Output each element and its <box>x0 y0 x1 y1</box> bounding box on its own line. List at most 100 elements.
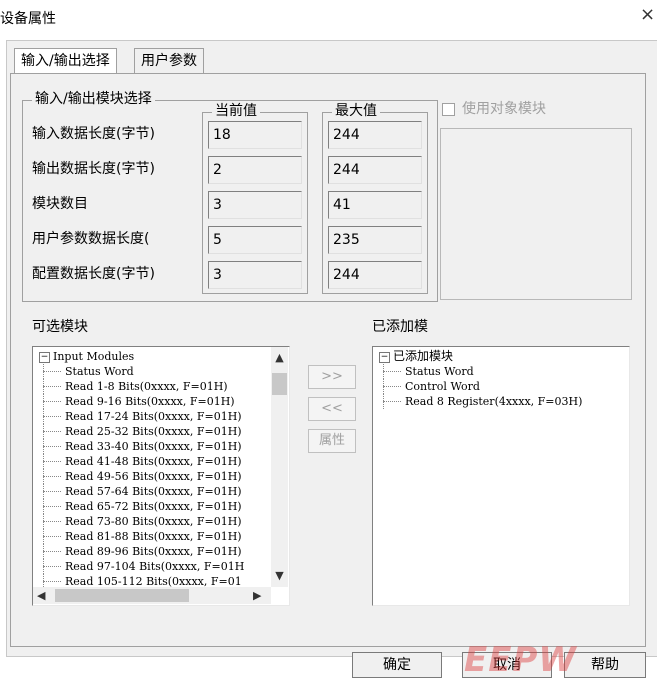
scroll-down-icon[interactable]: ▼ <box>271 569 288 582</box>
object-module-box <box>440 128 632 300</box>
available-module-item[interactable]: Read 9-16 Bits(0xxxx, F=01H) <box>39 394 271 409</box>
added-modules-list[interactable]: − 已添加模块 Status Word Control Word Read 8 Reg… <box>372 346 630 606</box>
tree-root[interactable]: − Input Modules <box>39 349 271 364</box>
available-module-item-label: Read 73-80 Bits(0xxxx, F=01H) <box>65 515 242 528</box>
user-param-length-max: 235 <box>328 226 422 254</box>
added-tree-root-label: 已添加模块 <box>393 349 454 363</box>
tree-connector-h <box>43 566 61 567</box>
scroll-right-icon[interactable]: ▶ <box>253 589 261 602</box>
available-module-item[interactable]: Read 65-72 Bits(0xxxx, F=01H) <box>39 499 271 514</box>
module-count-current: 3 <box>208 191 302 219</box>
current-value-header: 当前值 <box>212 102 260 120</box>
scroll-left-icon[interactable]: ◀ <box>37 589 45 602</box>
added-module-item[interactable]: Control Word <box>379 379 623 394</box>
available-module-item[interactable]: Read 17-24 Bits(0xxxx, F=01H) <box>39 409 271 424</box>
available-module-item-label: Read 57-64 Bits(0xxxx, F=01H) <box>65 485 242 498</box>
added-tree-root[interactable]: − 已添加模块 <box>379 349 623 364</box>
available-module-item-label: Read 41-48 Bits(0xxxx, F=01H) <box>65 455 242 468</box>
available-module-item[interactable]: Read 73-80 Bits(0xxxx, F=01H) <box>39 514 271 529</box>
io-group-legend: 输入/输出模块选择 <box>32 90 155 108</box>
available-module-item[interactable]: Read 25-32 Bits(0xxxx, F=01H) <box>39 424 271 439</box>
available-module-item-label: Read 1-8 Bits(0xxxx, F=01H) <box>65 380 228 393</box>
tree-connector-h <box>43 491 61 492</box>
close-icon[interactable]: × <box>640 4 655 25</box>
tree-connector-h <box>43 386 61 387</box>
added-modules-tree: − 已添加模块 Status Word Control Word Read 8 Reg… <box>379 349 623 409</box>
available-module-item-label: Read 97-104 Bits(0xxxx, F=01H <box>65 560 245 573</box>
output-length-current: 2 <box>208 156 302 184</box>
added-module-item-label: Read 8 Register(4xxxx, F=03H) <box>405 395 583 408</box>
available-modules-label: 可选模块 <box>32 319 88 335</box>
tree-connector-h <box>383 386 401 387</box>
tree-connector-h <box>383 371 401 372</box>
user-param-length-label: 用户参数数据长度( <box>32 231 150 247</box>
collapse-icon[interactable]: − <box>379 351 390 363</box>
scroll-up-icon[interactable]: ▲ <box>271 351 288 364</box>
user-param-length-current: 5 <box>208 226 302 254</box>
tree-connector-h <box>43 476 61 477</box>
added-modules-label: 已添加模 <box>372 319 428 335</box>
available-module-item-label: Read 17-24 Bits(0xxxx, F=01H) <box>65 410 242 423</box>
use-object-module-label: 使用对象模块 <box>462 101 546 117</box>
hscroll-thumb[interactable] <box>55 589 189 602</box>
output-length-label: 输出数据长度(字节) <box>32 161 155 177</box>
available-modules-list[interactable]: − Input Modules Status Word Read 1-8 Bits(… <box>32 346 290 606</box>
available-module-item[interactable]: Read 49-56 Bits(0xxxx, F=01H) <box>39 469 271 484</box>
available-module-item[interactable]: Read 97-104 Bits(0xxxx, F=01H <box>39 559 271 574</box>
available-module-item-label: Status Word <box>65 365 134 378</box>
config-length-max: 244 <box>328 261 422 289</box>
tree-connector-h <box>43 446 61 447</box>
tree-connector-h <box>43 461 61 462</box>
available-module-item-label: Read 9-16 Bits(0xxxx, F=01H) <box>65 395 235 408</box>
added-module-item-label: Status Word <box>405 365 474 378</box>
vscroll-thumb[interactable] <box>272 373 287 395</box>
available-module-item[interactable]: Read 57-64 Bits(0xxxx, F=01H) <box>39 484 271 499</box>
config-length-label: 配置数据长度(字节) <box>32 266 155 282</box>
tree-connector-h <box>383 401 401 402</box>
available-module-item-label: Read 49-56 Bits(0xxxx, F=01H) <box>65 470 242 483</box>
module-count-max: 41 <box>328 191 422 219</box>
input-length-current: 18 <box>208 121 302 149</box>
use-object-module-checkbox[interactable] <box>442 103 455 116</box>
available-module-item-label: Read 65-72 Bits(0xxxx, F=01H) <box>65 500 242 513</box>
available-module-item[interactable]: Status Word <box>39 364 271 379</box>
input-length-max: 244 <box>328 121 422 149</box>
added-module-item-label: Control Word <box>405 380 480 393</box>
added-module-item[interactable]: Read 8 Register(4xxxx, F=03H) <box>379 394 623 409</box>
tree-connector-h <box>43 551 61 552</box>
added-module-item[interactable]: Status Word <box>379 364 623 379</box>
available-module-item-label: Read 81-88 Bits(0xxxx, F=01H) <box>65 530 242 543</box>
available-module-item[interactable]: Read 33-40 Bits(0xxxx, F=01H) <box>39 439 271 454</box>
tree-connector-h <box>43 371 61 372</box>
tree-connector-h <box>43 536 61 537</box>
tree-connector-h <box>43 581 61 582</box>
remove-module-button[interactable]: << <box>308 397 356 421</box>
module-count-label: 模块数目 <box>32 196 88 212</box>
tree-connector-h <box>43 506 61 507</box>
tab-user-params[interactable]: 用户参数 <box>134 48 204 73</box>
tree-connector-h <box>43 416 61 417</box>
available-module-item[interactable]: Read 41-48 Bits(0xxxx, F=01H) <box>39 454 271 469</box>
tree-connector-h <box>43 431 61 432</box>
tree-root-label: Input Modules <box>53 350 135 363</box>
tree-connector-h <box>43 401 61 402</box>
output-length-max: 244 <box>328 156 422 184</box>
available-module-item[interactable]: Read 1-8 Bits(0xxxx, F=01H) <box>39 379 271 394</box>
tree-connector-h <box>43 521 61 522</box>
available-module-item[interactable]: Read 81-88 Bits(0xxxx, F=01H) <box>39 529 271 544</box>
available-vscrollbar[interactable]: ▲ ▼ <box>271 347 288 587</box>
ok-button[interactable]: 确定 <box>352 652 442 678</box>
available-module-item-label: Read 33-40 Bits(0xxxx, F=01H) <box>65 440 242 453</box>
tab-io-select[interactable]: 输入/输出选择 <box>14 48 117 73</box>
available-hscrollbar[interactable]: ◀ ▶ <box>33 587 271 604</box>
collapse-icon[interactable]: − <box>39 351 50 363</box>
max-value-header: 最大值 <box>332 102 380 120</box>
available-module-item-label: Read 89-96 Bits(0xxxx, F=01H) <box>65 545 242 558</box>
module-properties-button[interactable]: 属性 <box>308 429 356 453</box>
available-module-item[interactable]: Read 89-96 Bits(0xxxx, F=01H) <box>39 544 271 559</box>
config-length-current: 3 <box>208 261 302 289</box>
add-module-button[interactable]: >> <box>308 365 356 389</box>
input-length-label: 输入数据长度(字节) <box>32 126 155 142</box>
watermark-logo: EEPW <box>464 640 577 680</box>
available-module-item-label: Read 25-32 Bits(0xxxx, F=01H) <box>65 425 242 438</box>
